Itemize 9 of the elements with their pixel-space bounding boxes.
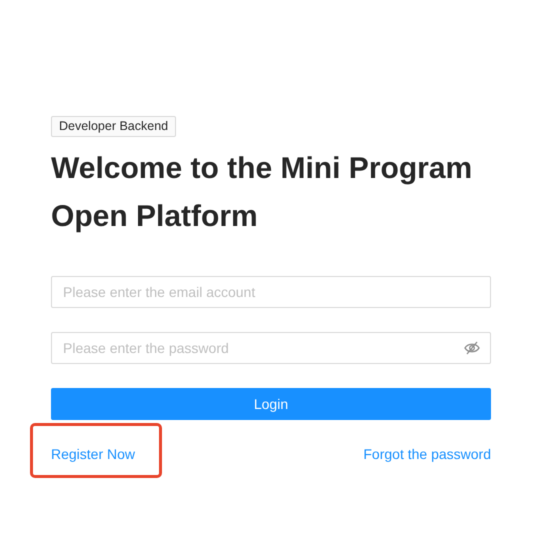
password-field[interactable]: Please enter the password <box>51 332 491 364</box>
forgot-password-link[interactable]: Forgot the password <box>363 446 491 462</box>
email-field[interactable]: Please enter the email account <box>51 276 491 308</box>
tag-label: Developer Backend <box>51 116 176 137</box>
login-button[interactable]: Login <box>51 388 491 420</box>
register-link[interactable]: Register Now <box>51 446 136 462</box>
page-title: Open Platform <box>51 199 259 235</box>
page-title: Welcome to the Mini Program <box>51 151 474 187</box>
eye-hidden-icon[interactable] <box>464 341 480 355</box>
